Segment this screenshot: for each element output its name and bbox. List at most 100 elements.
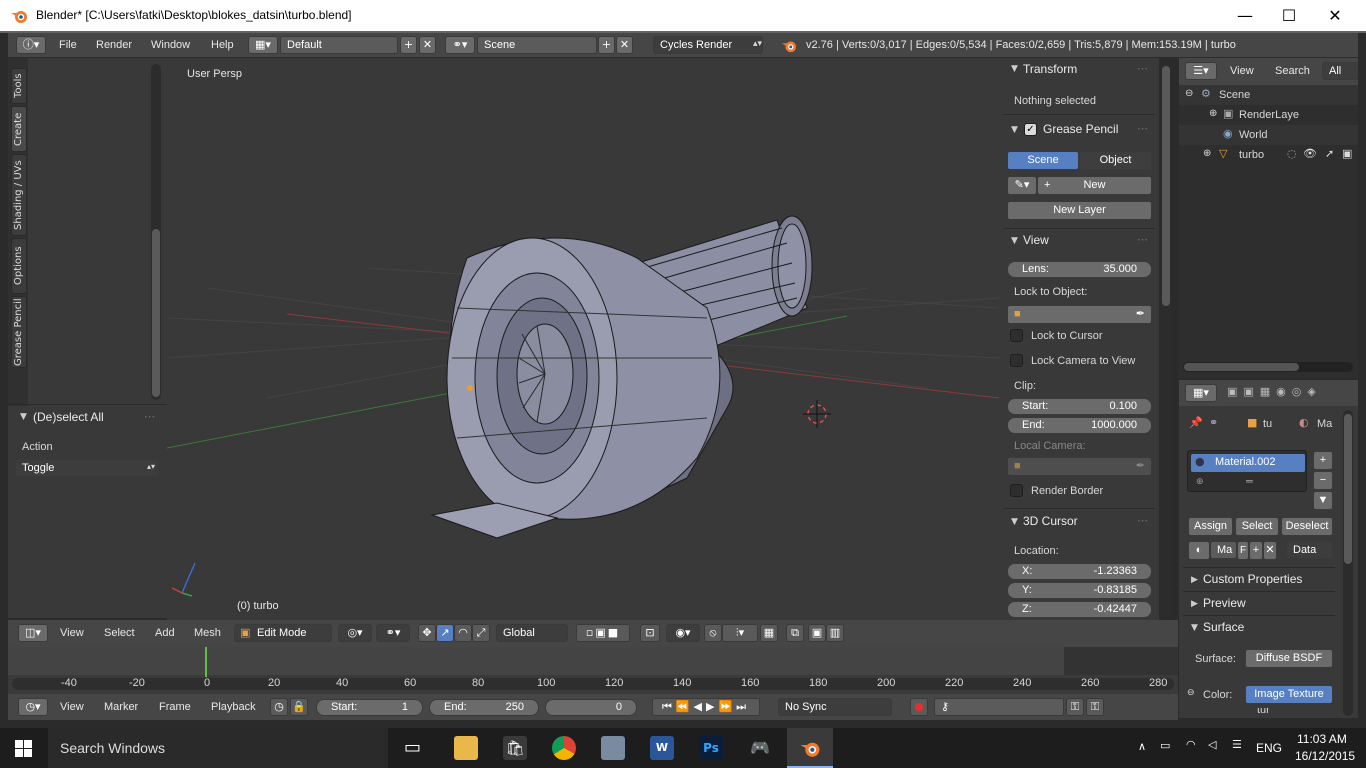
deselect-button[interactable]: Deselect <box>1281 517 1333 536</box>
menu-window[interactable]: Window <box>151 39 190 51</box>
properties-scrollbar[interactable] <box>1161 62 1171 618</box>
collapse-triangle-icon[interactable]: ▼ <box>1011 517 1018 527</box>
expand-triangle-icon[interactable]: ▶ <box>1191 575 1198 585</box>
outliner-row[interactable]: ⊖ ⚙ Scene <box>1179 85 1358 105</box>
render-border-checkbox[interactable] <box>1010 484 1023 497</box>
gp-new-layer-button[interactable]: New Layer <box>1007 201 1152 220</box>
lens-field[interactable]: Lens: 35.000 <box>1007 261 1152 278</box>
properties-editor-icon[interactable]: ▦▾ <box>1185 384 1217 402</box>
drag-grip-icon[interactable]: ⋯ <box>144 410 155 423</box>
proportional-edit-icon[interactable]: ◉▾ <box>666 624 700 642</box>
limit-selection-icon[interactable]: ⊡ <box>640 624 660 642</box>
tab-tools[interactable]: Tools <box>11 68 27 104</box>
cursor-y-field[interactable]: Y: -0.83185 <box>1007 582 1152 599</box>
gp-object-tab[interactable]: Object <box>1079 151 1152 170</box>
editor-type-icon[interactable]: ◫▾ <box>18 624 48 642</box>
collapse-icon[interactable]: ⊖ <box>1185 88 1193 99</box>
current-frame-indicator[interactable] <box>205 647 207 677</box>
timeline-menu-view[interactable]: View <box>60 701 84 713</box>
tab-shading-uvs[interactable]: Shading / UVs <box>11 154 27 236</box>
grease-pencil-checkbox[interactable]: ✓ <box>1024 123 1037 136</box>
grease-pencil-panel-title[interactable]: Grease Pencil <box>1043 122 1118 136</box>
remove-layout-icon[interactable]: ✕ <box>419 36 436 54</box>
sync-mode-select[interactable]: No Sync <box>778 698 892 716</box>
word-icon[interactable]: W <box>650 736 674 760</box>
cursor-panel-title[interactable]: 3D Cursor <box>1023 514 1078 528</box>
expand-icon[interactable]: ⊕ <box>1203 148 1211 159</box>
collapse-triangle-icon[interactable]: ▼ <box>1011 236 1018 246</box>
pivot-point-icon[interactable]: ⚭▾ <box>376 624 410 642</box>
outliner-menu-search[interactable]: Search <box>1275 65 1310 77</box>
outliner-row[interactable]: ⊕ ▽ turbo ◌ 👁 ➚ ▣ <box>1179 145 1358 165</box>
drag-grip-icon[interactable]: ⋯ <box>1137 514 1148 527</box>
viewport-3d[interactable]: User Persp (0) turbo <box>167 58 999 620</box>
outliner-display-select[interactable]: All Sc <box>1322 62 1358 80</box>
delete-keyframe-icon[interactable]: ⚿ <box>1086 698 1104 716</box>
custom-properties-panel[interactable]: Custom Properties <box>1203 572 1302 586</box>
translate-manipulator-icon[interactable]: ↗ <box>436 624 454 642</box>
outliner-item-scene[interactable]: Scene <box>1219 89 1250 101</box>
remove-scene-icon[interactable]: ✕ <box>616 36 633 54</box>
snap-toggle-icon[interactable]: ⦸ <box>704 624 722 642</box>
local-camera-field[interactable]: ■ ✒ <box>1007 457 1152 476</box>
screen-layout-icon[interactable]: ▦▾ <box>248 36 278 54</box>
outliner-item-renderlayer[interactable]: RenderLaye <box>1239 109 1299 121</box>
tab-grease-pencil[interactable]: Grease Pencil <box>11 296 27 368</box>
material-slot-row[interactable]: ● Material.002 <box>1191 454 1305 472</box>
close-button[interactable]: ✕ <box>1312 0 1358 31</box>
outliner-item-world[interactable]: World <box>1239 129 1268 141</box>
lock-camera-checkbox[interactable] <box>1010 354 1023 367</box>
lock-cursor-checkbox[interactable] <box>1010 329 1023 342</box>
link-data-select[interactable]: Data <box>1286 541 1333 559</box>
outliner-item-turbo[interactable]: turbo <box>1239 149 1264 161</box>
gp-scene-tab[interactable]: Scene <box>1007 151 1079 170</box>
scroll-thumb[interactable] <box>1184 363 1299 371</box>
gp-new-button[interactable]: + New <box>1037 176 1152 195</box>
viewport-menu-mesh[interactable]: Mesh <box>194 627 221 639</box>
material-browse-icon[interactable]: ◐ <box>1188 541 1210 560</box>
chrome-icon[interactable] <box>552 736 576 760</box>
collapse-node-icon[interactable]: ⊖ <box>1187 688 1195 698</box>
editor-type-icon[interactable]: ◷▾ <box>18 698 48 716</box>
drag-grip-icon[interactable]: ⋯ <box>1137 233 1148 246</box>
material-slot-list[interactable]: ● Material.002 ⊕ ═ <box>1187 450 1307 492</box>
viewport-menu-add[interactable]: Add <box>155 627 175 639</box>
collapse-triangle-icon[interactable]: ▼ <box>20 412 27 422</box>
collapse-triangle-icon[interactable]: ▼ <box>1191 623 1198 633</box>
add-slot-icon[interactable]: + <box>1313 451 1333 470</box>
current-frame-field[interactable]: 0 <box>545 699 637 716</box>
outliner-menu-view[interactable]: View <box>1230 65 1254 77</box>
manipulator-toggle-icon[interactable]: ✥ <box>418 624 436 642</box>
material-name-field[interactable]: Ma <box>1210 541 1237 559</box>
preview-panel[interactable]: Preview <box>1203 596 1246 610</box>
unlink-material-icon[interactable]: ✕ <box>1263 541 1277 560</box>
visibility-eye-icon[interactable]: 👁 <box>1303 147 1317 160</box>
expand-icon[interactable]: ⊕ <box>1209 108 1217 119</box>
rotate-manipulator-icon[interactable]: ◠ <box>454 624 472 642</box>
scene-icon[interactable]: ⚭▾ <box>445 36 475 54</box>
windows-start-icon[interactable] <box>15 740 32 757</box>
add-scene-icon[interactable]: + <box>598 36 615 54</box>
menu-render[interactable]: Render <box>96 39 132 51</box>
game-controller-icon[interactable]: 🎮 <box>748 736 772 760</box>
surface-shader-select[interactable]: Diffuse BSDF <box>1245 649 1333 668</box>
action-select[interactable]: Toggle <box>15 459 158 477</box>
clock-date[interactable]: 16/12/2015 <box>1295 749 1355 763</box>
clip-start-field[interactable]: Start: 0.100 <box>1007 398 1152 415</box>
layout-field[interactable]: Default <box>280 36 398 54</box>
context-tabs-icon[interactable]: ▣▣▦◉◎◈ <box>1227 385 1322 398</box>
select-mode-icons[interactable]: ▫▣■ <box>576 624 630 642</box>
scroll-thumb[interactable] <box>1162 66 1170 306</box>
taskbar-search-box[interactable]: Search Windows <box>48 728 388 768</box>
tool-shelf-scrollbar[interactable] <box>151 64 161 400</box>
breadcrumb-material[interactable]: Ma <box>1317 418 1332 430</box>
auto-keyframe-record-icon[interactable]: ● <box>910 698 928 716</box>
drag-grip-icon[interactable]: ⋯ <box>1137 122 1148 135</box>
remove-slot-icon[interactable]: − <box>1313 471 1333 490</box>
lock-object-field[interactable]: ■ ✒ <box>1007 305 1152 324</box>
viewport-menu-view[interactable]: View <box>60 627 84 639</box>
playback-controls-icon[interactable]: ⏮⏪◀▶⏩⏭ <box>652 698 760 716</box>
shading-mode-icon[interactable]: ◎▾ <box>338 624 372 642</box>
snap-target-icon[interactable]: ▦ <box>760 624 778 642</box>
preview-range-icon[interactable]: ◷ <box>270 698 288 716</box>
